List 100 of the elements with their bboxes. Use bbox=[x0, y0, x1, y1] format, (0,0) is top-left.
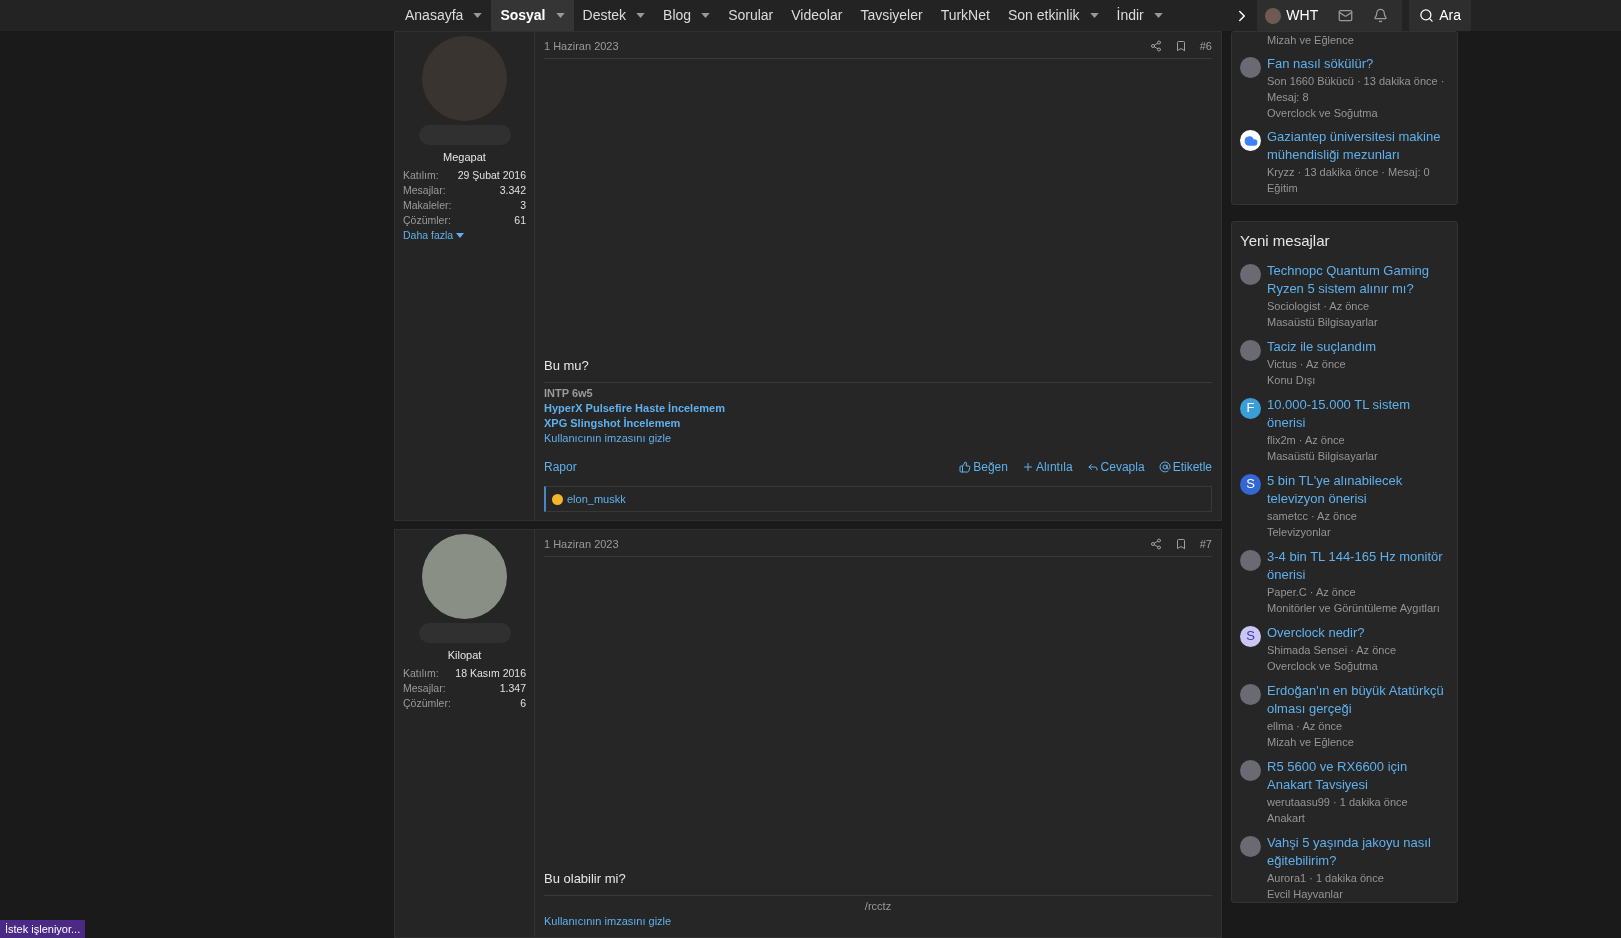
more-link[interactable]: Daha fazla bbox=[403, 227, 526, 243]
post-text: Bu olabilir mi? bbox=[544, 868, 1212, 896]
letter-avatar[interactable]: S bbox=[1240, 473, 1261, 495]
forum-name[interactable]: Masaüstü Bilgisayarlar bbox=[1267, 313, 1449, 330]
post-action-link[interactable]: Alıntıla bbox=[1021, 458, 1073, 476]
nav-tab[interactable]: Blog bbox=[654, 0, 720, 31]
bell-icon[interactable] bbox=[1373, 8, 1389, 23]
plus-icon bbox=[1021, 461, 1034, 473]
hide-signature-link[interactable]: Kullanıcının imzasını gizle bbox=[544, 431, 672, 446]
thread-title-link[interactable]: Gaziantep üniversitesi makine mühendisliği mezunları bbox=[1267, 128, 1449, 164]
nav-tab[interactable]: TurkNet bbox=[931, 0, 999, 31]
forum-name[interactable]: Evcil Hayvanlar bbox=[1267, 885, 1449, 902]
sidebar-heading: Yeni mesajlar bbox=[1240, 231, 1331, 251]
avatar-photo-placeholder[interactable] bbox=[1240, 57, 1261, 78]
thread-meta: Paper.C · Az önce bbox=[1267, 584, 1357, 600]
stat-value: 3.342 bbox=[499, 182, 526, 198]
username-link[interactable]: Kilopat bbox=[447, 647, 482, 664]
forum-name[interactable]: Mizah ve Eğlence bbox=[1267, 32, 1354, 48]
thread-title-link[interactable]: Erdoğan'ın en büyük Atatürkçü olması gerçeği bbox=[1267, 681, 1449, 718]
forum-name[interactable]: Mizah ve Eğlence bbox=[1267, 733, 1449, 750]
nav-tab[interactable]: Anasayfa bbox=[396, 0, 492, 31]
forum-name[interactable]: Masaüstü Bilgisayarlar bbox=[1267, 447, 1449, 464]
forum-name[interactable]: Anakart bbox=[1267, 809, 1449, 826]
thread-meta: ellma · Az önce bbox=[1267, 718, 1344, 734]
post-date[interactable]: 1 Haziran 2023 bbox=[544, 536, 619, 553]
thread-title-link[interactable]: 5 bin TL'ye alınabilecek televizyon önerisi bbox=[1267, 471, 1449, 508]
thread-title-link[interactable]: R5 5600 ve RX6600 için Anakart Tavsiyesi bbox=[1267, 757, 1449, 794]
avatar-photo-placeholder[interactable] bbox=[1240, 263, 1261, 285]
avatar-photo-placeholder[interactable] bbox=[1240, 549, 1261, 571]
share-icon[interactable] bbox=[1149, 40, 1162, 53]
post-date[interactable]: 1 Haziran 2023 bbox=[544, 38, 619, 55]
signature-text: /rcctz bbox=[864, 899, 892, 914]
signature-text: INTP 6w5 bbox=[544, 386, 594, 401]
stat-label: Makaleler: bbox=[403, 197, 452, 213]
stat-value: 6 bbox=[520, 695, 526, 711]
thread-meta: sametcc · Az önce bbox=[1267, 508, 1358, 524]
reply-icon bbox=[1086, 461, 1099, 473]
status-bar: İstek işleniyor... bbox=[0, 919, 86, 938]
nav-tab[interactable]: Videolar bbox=[782, 0, 852, 31]
thread-title-link[interactable]: Overclock nedir? bbox=[1267, 623, 1397, 642]
stat-label: Katılım: bbox=[403, 167, 439, 183]
thread-title-link[interactable]: Vahşi 5 yaşında jakoyu nasıl eğitebilirim? bbox=[1267, 833, 1449, 870]
share-icon[interactable] bbox=[1149, 538, 1162, 551]
forum-name[interactable]: Televizyonlar bbox=[1267, 523, 1449, 540]
thread-title-link[interactable]: Taciz ile suçlandım bbox=[1267, 337, 1377, 356]
signature-link[interactable]: XPG Slingshot İncelemem bbox=[544, 416, 681, 431]
stat-label: Çözümler: bbox=[403, 212, 451, 228]
bookmark-icon[interactable] bbox=[1174, 40, 1187, 53]
thread-meta: Victus · Az önce bbox=[1267, 356, 1347, 372]
thread-title-link[interactable]: 10.000-15.000 TL sistem önerisi bbox=[1267, 395, 1449, 432]
stat-value: 29 Şubat 2016 bbox=[457, 167, 526, 183]
account-link[interactable]: WHT bbox=[1265, 5, 1319, 26]
letter-avatar[interactable]: S bbox=[1240, 625, 1261, 647]
nav-tab[interactable]: Sosyal bbox=[491, 0, 574, 31]
thread-title-link[interactable]: Fan nasıl sökülür? bbox=[1267, 55, 1449, 73]
thread-meta: Sociologist · Az önce bbox=[1267, 298, 1371, 314]
nav-tab[interactable]: Sorular bbox=[719, 0, 783, 31]
search-icon bbox=[1419, 8, 1435, 23]
avatar-photo-placeholder[interactable] bbox=[1240, 683, 1261, 705]
stat-value: 3 bbox=[520, 197, 526, 213]
nav-tab[interactable]: Tavsiyeler bbox=[851, 0, 932, 31]
stat-label: Mesajlar: bbox=[403, 182, 446, 198]
thread-title-link[interactable]: 3-4 bin TL 144-165 Hz monitör önerisi bbox=[1267, 547, 1449, 584]
cloud-icon[interactable] bbox=[1240, 130, 1261, 151]
emoji-icon bbox=[552, 493, 563, 505]
forum-name[interactable]: Monitörler ve Görüntüleme Aygıtları bbox=[1267, 599, 1449, 616]
forum-name[interactable]: Overclock ve Soğutma bbox=[1267, 105, 1449, 121]
caret-icon bbox=[456, 232, 465, 238]
username-link[interactable]: Megapat bbox=[443, 149, 486, 166]
forum-name[interactable]: Konu Dışı bbox=[1267, 371, 1377, 388]
thread-meta: flix2m · Az önce bbox=[1267, 432, 1346, 448]
thumbs-up-icon bbox=[959, 461, 972, 473]
avatar-photo-placeholder[interactable] bbox=[1240, 339, 1261, 361]
hide-signature-link[interactable]: Kullanıcının imzasını gizle bbox=[544, 914, 672, 929]
search-button[interactable]: Ara bbox=[1409, 0, 1471, 31]
stat-label: Mesajlar: bbox=[403, 680, 446, 696]
nav-tab[interactable]: İndir bbox=[1107, 0, 1172, 31]
avatar-photo-placeholder[interactable] bbox=[1240, 759, 1261, 781]
nav-tab[interactable]: Destek bbox=[573, 0, 655, 31]
post-action-link[interactable]: Cevapla bbox=[1086, 458, 1145, 476]
report-link[interactable]: Rapor bbox=[544, 458, 577, 476]
mail-icon[interactable] bbox=[1338, 8, 1354, 23]
stat-label: Katılım: bbox=[403, 665, 439, 681]
post-number[interactable]: #6 bbox=[1199, 38, 1212, 55]
post-action-link[interactable]: Etiketle bbox=[1158, 458, 1212, 476]
post-action-link[interactable]: Beğen bbox=[959, 458, 1008, 476]
forum-name[interactable]: Overclock ve Soğutma bbox=[1267, 657, 1397, 674]
nav-tab[interactable]: Son etkinlik bbox=[998, 0, 1108, 31]
reaction-user-link[interactable]: elon_muskk bbox=[567, 490, 626, 508]
bookmark-icon[interactable] bbox=[1174, 538, 1187, 551]
forum-name[interactable]: Eğitim bbox=[1267, 180, 1449, 196]
signature-link[interactable]: HyperX Pulsefire Haste İncelemem bbox=[544, 401, 725, 416]
thread-meta: Son 1660 Bükücü · 13 dakika önce · Mesaj: 8 bbox=[1267, 74, 1446, 105]
post-text: Bu mu? bbox=[544, 355, 1212, 383]
thread-title-link[interactable]: Technopc Quantum Gaming Ryzen 5 sistem alınır mı? bbox=[1267, 261, 1449, 298]
post-number[interactable]: #7 bbox=[1199, 536, 1212, 553]
stat-value: 1.347 bbox=[499, 680, 526, 696]
avatar-photo-placeholder[interactable] bbox=[1240, 835, 1261, 857]
at-icon bbox=[1158, 461, 1171, 473]
thread-meta: Kryzz · 13 dakika önce · Mesaj: 0 bbox=[1267, 165, 1431, 180]
